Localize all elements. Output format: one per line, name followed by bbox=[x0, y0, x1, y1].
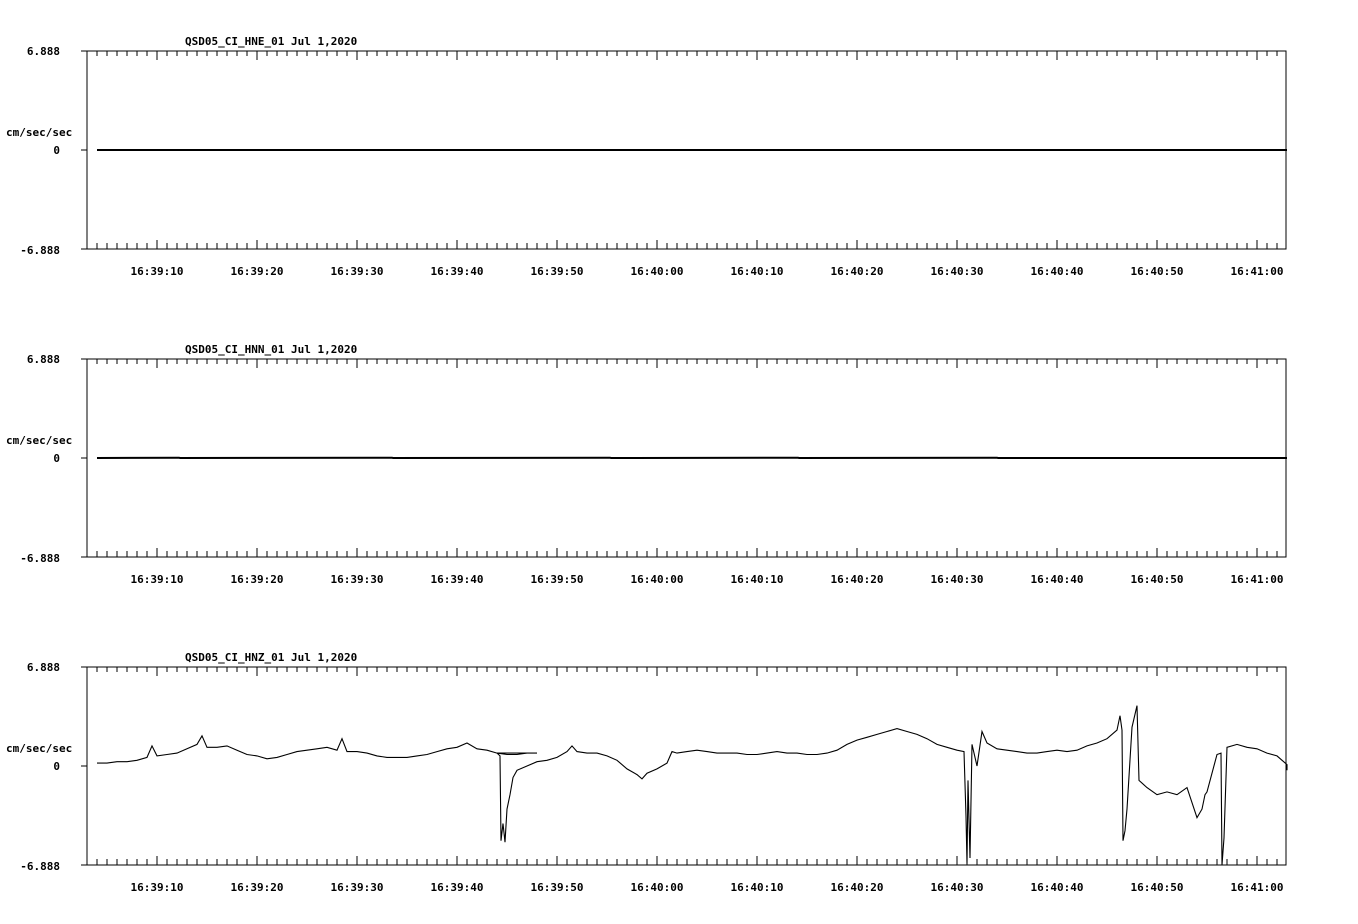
y-tick-label: 0 bbox=[53, 760, 60, 773]
x-tick-label: 16:39:40 bbox=[431, 881, 484, 894]
chart-title: QSD05_CI_HNE_01 Jul 1,2020 bbox=[185, 35, 357, 48]
x-tick-label: 16:39:20 bbox=[231, 573, 284, 586]
x-tick-label: 16:39:40 bbox=[431, 265, 484, 278]
y-tick-label: -6.888 bbox=[20, 552, 60, 565]
series-trace bbox=[97, 705, 1288, 866]
x-tick-label: 16:39:50 bbox=[531, 881, 584, 894]
x-tick-label: 16:41:00 bbox=[1231, 265, 1284, 278]
y-tick-label: 0 bbox=[53, 144, 60, 157]
x-tick-label: 16:40:20 bbox=[831, 881, 884, 894]
x-tick-label: 16:39:50 bbox=[531, 573, 584, 586]
y-tick-label: -6.888 bbox=[20, 860, 60, 873]
x-tick-label: 16:40:20 bbox=[831, 265, 884, 278]
y-tick-label: 0 bbox=[53, 452, 60, 465]
x-tick-label: 16:39:40 bbox=[431, 573, 484, 586]
x-tick-label: 16:41:00 bbox=[1231, 881, 1284, 894]
x-tick-label: 16:39:20 bbox=[231, 881, 284, 894]
x-tick-label: 16:40:20 bbox=[831, 573, 884, 586]
x-tick-label: 16:40:50 bbox=[1131, 573, 1184, 586]
x-tick-label: 16:40:10 bbox=[731, 265, 784, 278]
seismogram-figure: 16:39:10 16:39:20 16:39:30 16:39:40 16:39:50… bbox=[6, 35, 1288, 894]
y-tick-label: -6.888 bbox=[20, 244, 60, 257]
x-tick-label: 16:39:30 bbox=[331, 573, 384, 586]
x-tick-label: 16:40:50 bbox=[1131, 881, 1184, 894]
x-tick-label: 16:39:10 bbox=[131, 573, 184, 586]
x-tick-label: 16:40:30 bbox=[931, 881, 984, 894]
plot-frame bbox=[86, 666, 1287, 866]
x-tick-label: 16:40:10 bbox=[731, 573, 784, 586]
y-axis-label: cm/sec/sec bbox=[6, 126, 72, 139]
x-tick-label: 16:40:00 bbox=[631, 573, 684, 586]
y-axis-label: cm/sec/sec bbox=[6, 742, 72, 755]
chart-title: QSD05_CI_HNN_01 Jul 1,2020 bbox=[185, 343, 357, 356]
x-tick-label: 16:40:40 bbox=[1031, 265, 1084, 278]
x-tick-label: 16:40:40 bbox=[1031, 881, 1084, 894]
y-axis-label: cm/sec/sec bbox=[6, 434, 72, 447]
x-tick-label: 16:40:40 bbox=[1031, 573, 1084, 586]
x-tick-label: 16:40:00 bbox=[631, 881, 684, 894]
x-tick-label: 16:39:10 bbox=[131, 881, 184, 894]
x-tick-label: 16:40:50 bbox=[1131, 265, 1184, 278]
y-tick-label: 6.888 bbox=[27, 661, 60, 674]
x-tick-label: 16:40:30 bbox=[931, 265, 984, 278]
x-tick-label: 16:40:30 bbox=[931, 573, 984, 586]
x-tick-label: 16:39:10 bbox=[131, 265, 184, 278]
x-tick-label: 16:40:10 bbox=[731, 881, 784, 894]
x-tick-label: 16:39:20 bbox=[231, 265, 284, 278]
x-tick-label: 16:39:50 bbox=[531, 265, 584, 278]
x-tick-label: 16:39:30 bbox=[331, 881, 384, 894]
x-tick-label: 16:39:30 bbox=[331, 265, 384, 278]
y-tick-label: 6.888 bbox=[27, 353, 60, 366]
x-tick-label: 16:41:00 bbox=[1231, 573, 1284, 586]
y-tick-label: 6.888 bbox=[27, 45, 60, 58]
chart-title: QSD05_CI_HNZ_01 Jul 1,2020 bbox=[185, 651, 357, 664]
x-tick-label: 16:40:00 bbox=[631, 265, 684, 278]
